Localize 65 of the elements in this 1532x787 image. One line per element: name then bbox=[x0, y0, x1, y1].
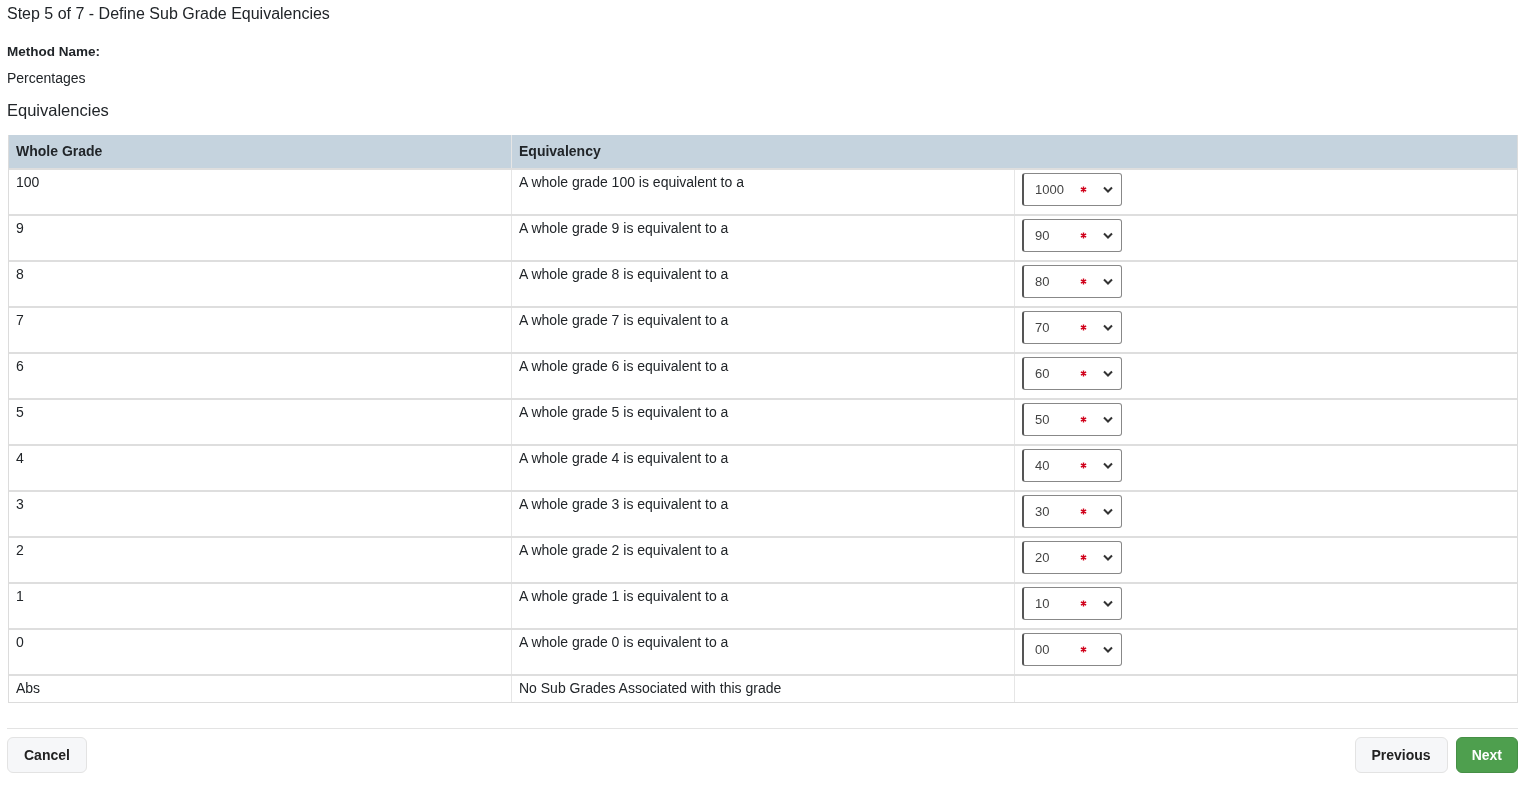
required-icon bbox=[1080, 416, 1087, 423]
table-cell: A whole grade 6 is equivalent to a bbox=[519, 358, 729, 374]
dropdown-select[interactable]: 60 bbox=[1022, 357, 1122, 390]
previous-button[interactable]: Previous bbox=[1354, 737, 1448, 773]
chevron-down-icon bbox=[1103, 416, 1113, 423]
required-icon bbox=[1080, 278, 1087, 285]
table-cell: 3 bbox=[16, 496, 24, 512]
chevron-down-icon bbox=[1103, 186, 1113, 193]
table-cell: 1 bbox=[16, 588, 24, 604]
table-cell: A whole grade 4 is equivalent to a bbox=[519, 450, 729, 466]
table-cell: 9 bbox=[16, 220, 24, 236]
dropdown-select[interactable]: 70 bbox=[1022, 311, 1122, 344]
required-icon bbox=[1080, 370, 1087, 377]
chevron-down-icon bbox=[1103, 600, 1113, 607]
chevron-down-icon bbox=[1103, 646, 1113, 653]
required-icon bbox=[1080, 324, 1087, 331]
chevron-down-icon bbox=[1103, 554, 1113, 561]
table-cell: 2 bbox=[16, 542, 24, 558]
chevron-down-icon bbox=[1103, 462, 1113, 469]
table-cell: 5 bbox=[16, 404, 24, 420]
table-cell: 0 bbox=[16, 634, 24, 650]
table-cell: 4 bbox=[16, 450, 24, 466]
table-cell: 6 bbox=[16, 358, 24, 374]
chevron-down-icon bbox=[1103, 324, 1113, 331]
chevron-down-icon bbox=[1103, 508, 1113, 515]
required-icon bbox=[1080, 508, 1087, 515]
page-title: Step 5 of 7 - Define Sub Grade Equivalencies bbox=[7, 4, 331, 24]
dropdown-select[interactable]: 50 bbox=[1022, 403, 1122, 436]
table-cell: No Sub Grades Associated with this grade bbox=[519, 680, 782, 696]
table-cell: 8 bbox=[16, 266, 24, 282]
cancel-button[interactable]: Cancel bbox=[7, 737, 87, 773]
column-header: Whole Grade bbox=[9, 135, 512, 168]
required-icon bbox=[1080, 462, 1087, 469]
chevron-down-icon bbox=[1103, 278, 1113, 285]
dropdown-select[interactable]: 90 bbox=[1022, 219, 1122, 252]
chevron-down-icon bbox=[1103, 370, 1113, 377]
dropdown-select[interactable]: 40 bbox=[1022, 449, 1122, 482]
table-cell: A whole grade 100 is equivalent to a bbox=[519, 174, 744, 190]
column-header: Equivalency bbox=[518, 142, 602, 161]
table-cell: 100 bbox=[16, 174, 40, 190]
table-cell: A whole grade 1 is equivalent to a bbox=[519, 588, 729, 604]
table-cell: A whole grade 2 is equivalent to a bbox=[519, 542, 729, 558]
table-cell: A whole grade 7 is equivalent to a bbox=[519, 312, 729, 328]
method-name-label: Method Name: bbox=[7, 44, 101, 59]
dropdown-select[interactable]: 10 bbox=[1022, 587, 1122, 620]
table-cell: A whole grade 8 is equivalent to a bbox=[519, 266, 729, 282]
section-title: Equivalencies bbox=[7, 101, 110, 120]
dropdown-select[interactable]: 1000 bbox=[1022, 173, 1122, 206]
required-icon bbox=[1080, 554, 1087, 561]
required-icon bbox=[1080, 186, 1087, 193]
dropdown-select[interactable]: 00 bbox=[1022, 633, 1122, 666]
method-name-value: Percentages bbox=[7, 70, 87, 86]
dropdown-select[interactable]: 80 bbox=[1022, 265, 1122, 298]
required-icon bbox=[1080, 600, 1087, 607]
chevron-down-icon bbox=[1103, 232, 1113, 239]
table-cell: 7 bbox=[16, 312, 24, 328]
required-icon bbox=[1080, 232, 1087, 239]
table-cell: Abs bbox=[16, 680, 41, 696]
dropdown-select[interactable]: 30 bbox=[1022, 495, 1122, 528]
table-cell: A whole grade 0 is equivalent to a bbox=[519, 634, 729, 650]
table-cell: A whole grade 5 is equivalent to a bbox=[519, 404, 729, 420]
table-cell: A whole grade 3 is equivalent to a bbox=[519, 496, 729, 512]
required-icon bbox=[1080, 646, 1087, 653]
dropdown-select[interactable]: 20 bbox=[1022, 541, 1122, 574]
table-cell: A whole grade 9 is equivalent to a bbox=[519, 220, 729, 236]
